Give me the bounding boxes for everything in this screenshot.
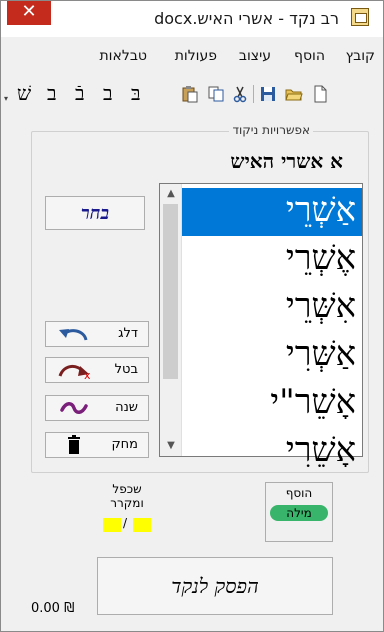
list-item[interactable]: אַשְּׁרִי	[182, 332, 362, 380]
svg-text:x: x	[84, 369, 91, 380]
copy-icon[interactable]	[207, 85, 225, 103]
current-word-heading: א אשרי האיש	[230, 149, 343, 173]
color-swatch-left[interactable]	[103, 518, 121, 532]
change-button[interactable]: שנה	[45, 395, 149, 421]
change-label: שנה	[115, 400, 138, 415]
cancel-button[interactable]: x בטל	[45, 357, 149, 383]
duplicate-label: שכפל ומקרר	[110, 482, 144, 510]
skip-button[interactable]: דלג	[45, 321, 149, 347]
menu-add[interactable]: הוסף	[294, 48, 325, 64]
list-item[interactable]: אַשְׁרֵי	[182, 188, 362, 236]
menu-design[interactable]: עיצוב	[239, 48, 271, 64]
letter-button-3[interactable]: בֿ	[75, 81, 85, 106]
add-word-title: הוסף	[285, 486, 313, 500]
skip-label: דלג	[118, 326, 138, 341]
list-item[interactable]: אָשֵׁרִי	[182, 428, 362, 476]
open-folder-icon[interactable]	[285, 85, 303, 103]
swatch-separator: /	[123, 516, 128, 530]
letter-button-1[interactable]: בּ	[131, 81, 141, 106]
list-item[interactable]: אָשֵׁר"י	[182, 380, 362, 428]
add-word-badge: מילה	[270, 505, 328, 521]
balance-text: ₪ 0.00	[31, 601, 75, 616]
title-bar: ✕ רב נקד - אשרי האיש.docx	[1, 1, 383, 37]
close-button[interactable]: ✕	[7, 1, 51, 25]
group-legend: אפשרויות ניקוד	[229, 123, 313, 137]
color-swatch-right[interactable]	[133, 518, 151, 532]
cancel-arrow-icon: x	[58, 365, 91, 380]
stop-vocalizing-button[interactable]: הפסק לנקד	[97, 557, 333, 615]
app-window: ✕ רב נקד - אשרי האיש.docx קובץ הוסף עיצו…	[0, 0, 384, 632]
scroll-up-icon[interactable]: ▲	[160, 186, 182, 202]
list-item[interactable]: אִשְּׁרֵי	[182, 284, 362, 332]
letter-button-4[interactable]: ב	[47, 81, 57, 106]
delete-label: מחק	[111, 437, 138, 452]
toolbar-overflow-icon[interactable]: ▾	[4, 94, 8, 103]
vocalization-options-list[interactable]: ▲ ▼ אַשְׁרֵי אֶשְׁרֵי אִשְּׁרֵי אַשְּׁרִ…	[159, 183, 363, 470]
scroll-down-icon[interactable]: ▼	[160, 438, 182, 454]
toolbar-separator	[253, 85, 254, 103]
tilde-icon	[60, 402, 88, 414]
app-icon	[351, 8, 369, 26]
duplicate-and-fridge[interactable]: שכפל ומקרר /	[97, 482, 159, 540]
paste-icon[interactable]	[181, 85, 199, 103]
list-items: אַשְׁרֵי אֶשְׁרֵי אִשְּׁרֵי אַשְּׁרִי אָ…	[182, 188, 362, 476]
add-word-button[interactable]: הוסף מילה	[265, 482, 333, 542]
choose-button[interactable]: בחר	[45, 196, 145, 230]
delete-button[interactable]: מחק	[45, 432, 149, 458]
menu-tables[interactable]: טבלאות	[99, 48, 147, 64]
scrollbar-thumb[interactable]	[163, 204, 178, 379]
menu-bar: קובץ הוסף עיצוב פעולות טבלאות	[1, 48, 383, 70]
cut-icon[interactable]	[231, 85, 249, 103]
menu-actions[interactable]: פעולות	[175, 48, 217, 64]
letter-button-2[interactable]: ב	[103, 81, 113, 106]
menu-file[interactable]: קובץ	[346, 48, 375, 64]
window-title: רב נקד - אשרי האיש.docx	[154, 9, 339, 28]
new-document-icon[interactable]	[311, 85, 329, 103]
toolbar: ▾ שׁ ב בֿ ב בּ	[1, 81, 383, 109]
trash-icon	[68, 435, 80, 454]
cancel-label: בטל	[114, 362, 138, 377]
list-item[interactable]: אֶשְׁרֵי	[182, 236, 362, 284]
list-scrollbar[interactable]: ▲ ▼	[160, 184, 182, 456]
undo-arrow-icon	[59, 329, 88, 341]
save-icon[interactable]	[259, 85, 277, 103]
letter-button-shin[interactable]: שׁ	[17, 81, 31, 106]
